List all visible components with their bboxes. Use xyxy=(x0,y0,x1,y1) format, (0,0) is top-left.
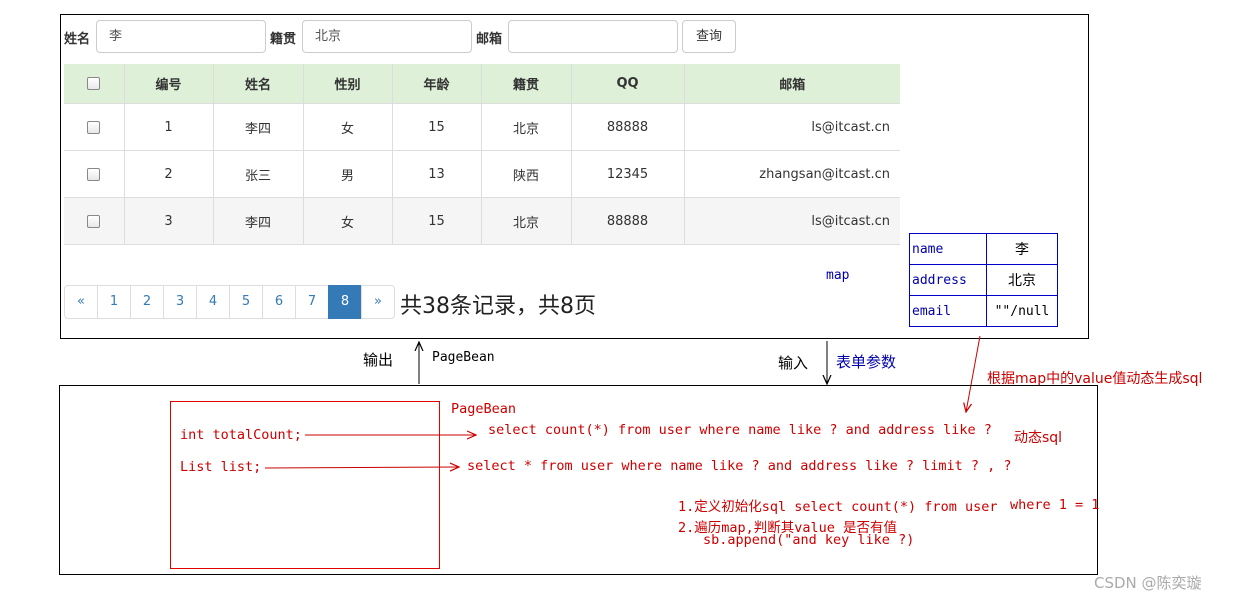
pagebean-title: PageBean xyxy=(451,401,517,417)
dynamic-sql-label: 动态sql xyxy=(1014,430,1063,446)
count-sql: select count(*) from user where name lik… xyxy=(488,422,992,438)
list-sql: select * from user where name like ? and… xyxy=(467,458,1012,474)
input-label: 输入 xyxy=(778,354,809,372)
output-label: 输出 xyxy=(363,351,394,369)
field-total-count: int totalCount; xyxy=(180,427,302,443)
step-1: 1.定义初始化sql select count(*) from user xyxy=(678,499,998,515)
step-1-where: where 1 = 1 xyxy=(1010,497,1100,513)
pagebean-output-label: PageBean xyxy=(432,350,495,365)
field-list: List list; xyxy=(180,459,262,475)
form-params-label: 表单参数 xyxy=(836,353,897,371)
step-2-code: sb.append("and key like ?) xyxy=(703,532,915,548)
watermark: CSDN @陈奕璇 xyxy=(1094,574,1202,592)
